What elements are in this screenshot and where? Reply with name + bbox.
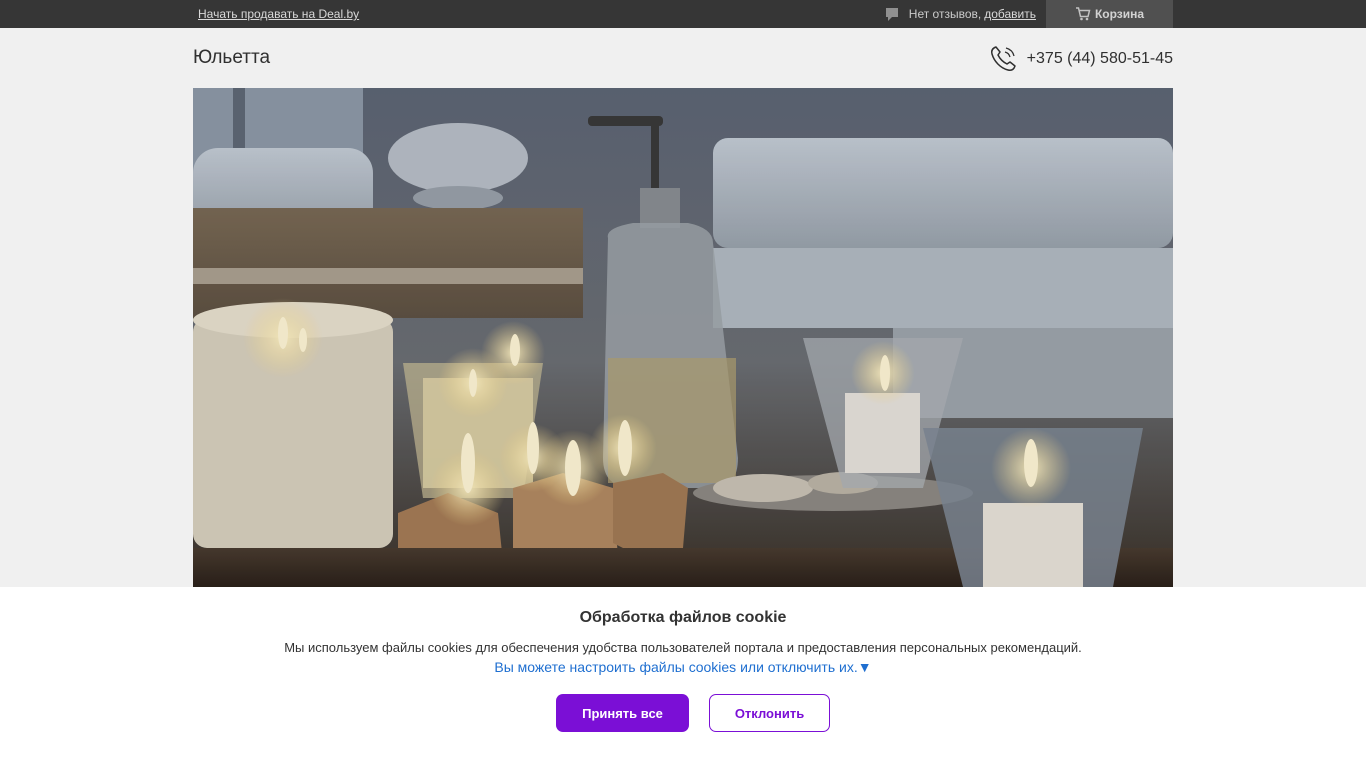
accept-all-button[interactable]: Принять все [556, 694, 689, 732]
decline-button[interactable]: Отклонить [709, 694, 830, 732]
cookie-consent-panel: Обработка файлов cookie Мы используем фа… [0, 587, 1366, 768]
cookie-description: Мы используем файлы cookies для обеспече… [284, 640, 1082, 655]
cookie-settings-link[interactable]: Вы можете настроить файлы cookies или от… [0, 659, 1366, 675]
cookie-title: Обработка файлов cookie [579, 609, 787, 626]
page-dim-overlay [0, 0, 1366, 587]
